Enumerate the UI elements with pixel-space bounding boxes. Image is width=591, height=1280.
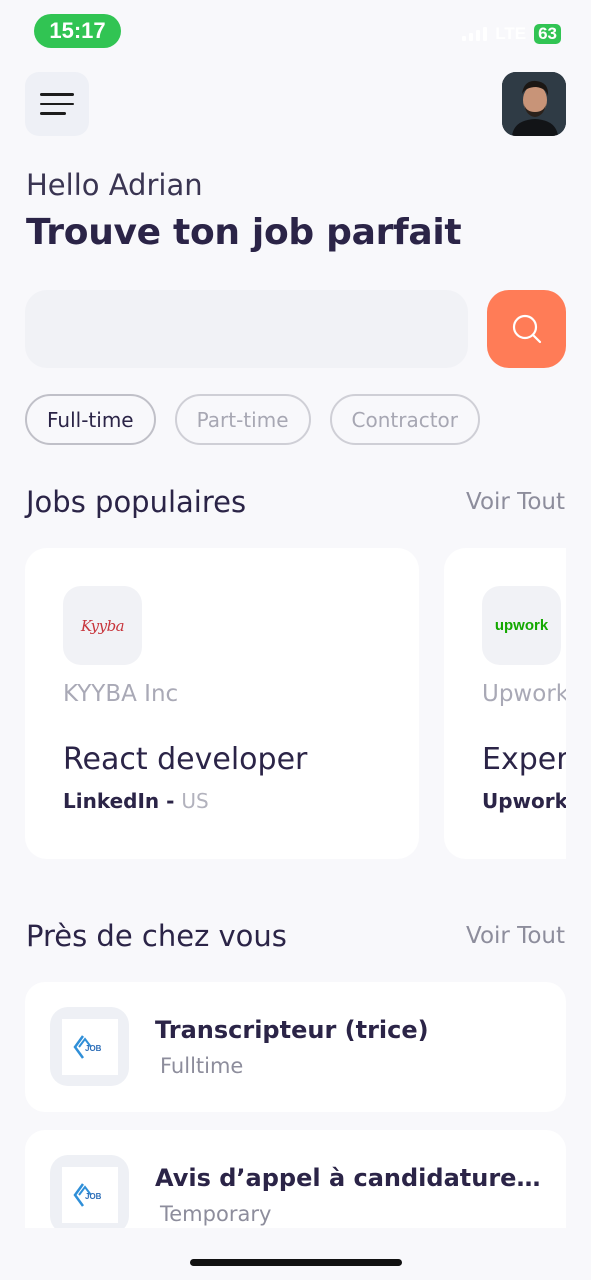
job-meta: Upwork — [482, 789, 566, 813]
signal-icon — [462, 27, 488, 41]
job-logo-text: JOB — [85, 1044, 102, 1053]
battery-icon: 63 — [534, 24, 561, 44]
search-icon — [512, 314, 541, 344]
section-title-nearby: Près de chez vous — [26, 919, 287, 953]
company-name: Upwork — [482, 681, 566, 707]
section-title-popular: Jobs populaires — [26, 485, 247, 519]
see-all-popular-link[interactable]: Voir Tout — [466, 489, 565, 515]
list-item[interactable]: JOB Transcripteur (trice) Fulltime — [25, 982, 566, 1112]
company-name: KYYBA Inc — [63, 681, 179, 707]
chip-contractor[interactable]: Contractor — [329, 394, 480, 445]
chip-full-time[interactable]: Full-time — [25, 394, 156, 445]
job-title: Exper — [482, 742, 566, 777]
hamburger-icon — [40, 93, 74, 96]
job-card[interactable]: Kyyba KYYBA Inc React developer LinkedIn… — [25, 548, 419, 859]
profile-photo-icon — [502, 72, 566, 136]
upwork-logo-text: upwork — [494, 617, 549, 634]
see-all-nearby-link[interactable]: Voir Tout — [466, 923, 565, 949]
job-logo-icon-mark: JOB — [72, 1034, 102, 1059]
battery-level: 63 — [538, 24, 557, 43]
status-indicators: LTE 63 — [462, 24, 561, 44]
job-logo-icon: JOB — [50, 1155, 129, 1234]
page-title: Trouve ton job parfait — [26, 212, 462, 253]
home-indicator[interactable] — [190, 1259, 402, 1266]
menu-button[interactable] — [25, 72, 89, 136]
nearby-job-title: Transcripteur (trice) — [155, 1016, 429, 1044]
job-logo-text: JOB — [85, 1192, 102, 1201]
nearby-job-type: Temporary — [160, 1202, 272, 1226]
job-source: Upwork — [482, 789, 566, 813]
status-time: 15:17 — [34, 14, 121, 48]
search-button[interactable] — [487, 290, 566, 368]
job-logo-icon-mark: JOB — [72, 1182, 102, 1207]
filter-chips: Full-time Part-time Contractor — [25, 394, 480, 445]
popular-jobs-carousel[interactable]: Kyyba KYYBA Inc React developer LinkedIn… — [25, 548, 566, 860]
job-card[interactable]: upwork Upwork Exper Upwork — [444, 548, 566, 859]
job-meta: LinkedIn - US — [63, 789, 381, 813]
job-location: US — [181, 789, 209, 813]
kyyba-logo-text: Kyyba — [80, 616, 125, 635]
job-title: React developer — [63, 742, 308, 777]
hamburger-icon-line — [40, 112, 66, 115]
greeting-text: Hello Adrian — [26, 168, 203, 202]
chip-part-time[interactable]: Part-time — [174, 394, 311, 445]
nearby-job-type: Fulltime — [160, 1054, 244, 1078]
network-label: LTE — [495, 24, 527, 43]
kyyba-logo-icon: Kyyba — [63, 586, 142, 665]
upwork-logo-icon: upwork — [482, 586, 561, 665]
bottom-safe-area — [0, 1228, 591, 1280]
nearby-job-title: Avis d’appel à candidature… — [155, 1164, 541, 1192]
hamburger-icon-line — [40, 102, 74, 106]
avatar[interactable] — [502, 72, 566, 136]
job-source: LinkedIn - — [63, 789, 182, 813]
search-input[interactable] — [25, 290, 468, 368]
job-logo-icon: JOB — [50, 1007, 129, 1086]
home-screen: 15:17 LTE 63 Hello Adrian Trouve ton job… — [0, 0, 591, 1280]
